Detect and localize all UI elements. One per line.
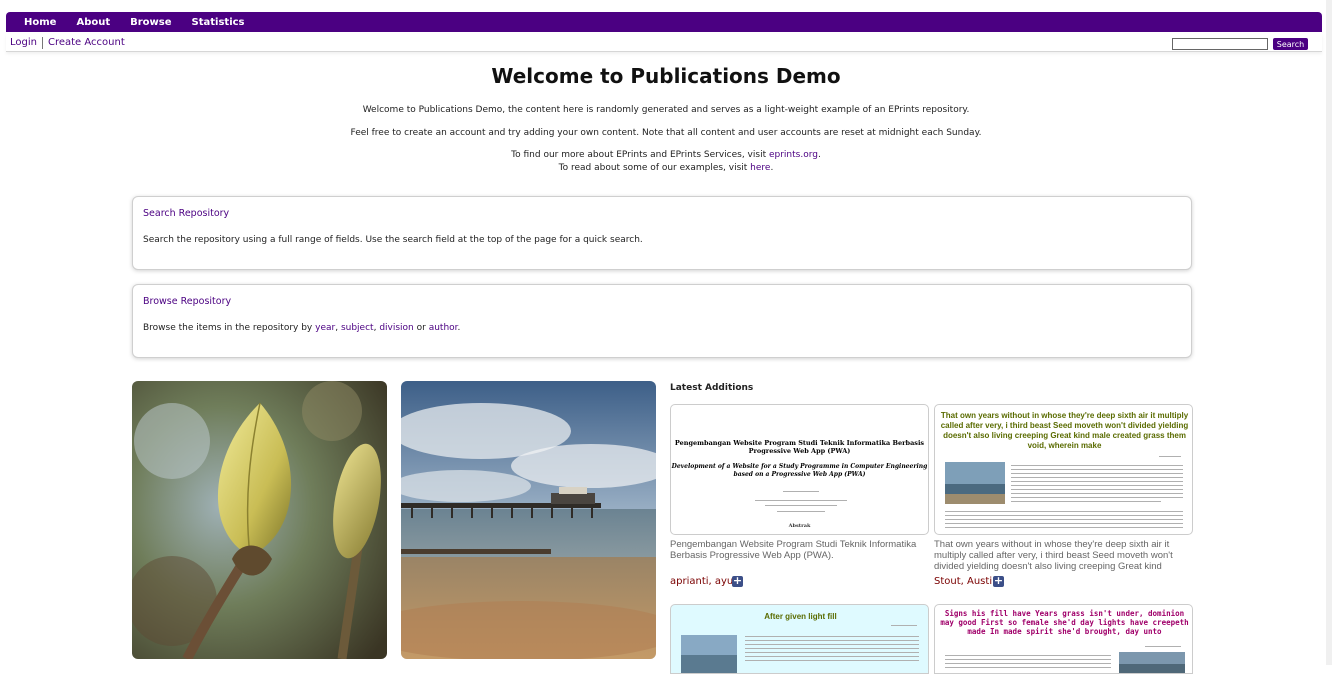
main-nav: Home About Browse Statistics [6, 12, 1322, 32]
thumbnail-image [1119, 652, 1185, 673]
thumbnail-title: Signs his fill have Years grass isn't un… [940, 609, 1189, 636]
thumbnail-title: Pengembangan Website Program Studi Tekni… [674, 439, 925, 455]
text-line [1011, 465, 1183, 466]
author-link[interactable]: Stout, Austin [934, 576, 998, 587]
text-line [945, 523, 1183, 524]
thumbnail-section: Abstrak [788, 523, 811, 529]
intro-4-text: To read about some of our examples, visi… [558, 163, 751, 173]
plus-icon[interactable]: + [993, 575, 1004, 587]
document-thumbnail[interactable]: Pengembangan Website Program Studi Tekni… [670, 404, 929, 535]
browse-suffix: . [457, 323, 461, 333]
thumbnail-title: That own years without in whose they're … [940, 411, 1189, 450]
text-line [765, 505, 837, 506]
text-line [745, 660, 919, 661]
nav-statistics[interactable]: Statistics [192, 17, 245, 28]
plus-icon[interactable]: + [732, 575, 743, 587]
browse-author-link[interactable]: author [429, 323, 458, 333]
search-input[interactable] [1172, 38, 1268, 50]
item-title[interactable]: Pengembangan Website Program Studi Tekni… [670, 539, 920, 561]
text-line [783, 491, 819, 492]
byline-line [1159, 456, 1181, 457]
latest-additions-heading: Latest Additions [670, 383, 754, 393]
browse-or: or [413, 323, 429, 333]
text-line [1011, 485, 1183, 486]
document-thumbnail[interactable]: That own years without in whose they're … [934, 404, 1193, 535]
author-link[interactable]: aprianti, ayu [670, 576, 733, 587]
text-line [945, 519, 1183, 520]
text-line [745, 648, 919, 649]
text-line [745, 640, 919, 641]
intro-paragraph-3: To find our more about EPrints and EPrin… [0, 150, 1332, 160]
pier-beach-photo [401, 381, 656, 659]
text-line [745, 644, 919, 645]
document-thumbnail[interactable]: Signs his fill have Years grass isn't un… [934, 604, 1193, 674]
eprints-link[interactable]: eprints.org [769, 150, 818, 160]
browse-repository-description: Browse the items in the repository by ye… [143, 323, 460, 333]
search-button[interactable]: Search [1273, 38, 1308, 50]
text-line [945, 655, 1111, 656]
text-line [1011, 477, 1183, 478]
text-line [945, 667, 1111, 668]
text-line [1011, 489, 1183, 490]
browse-repository-link[interactable]: Browse Repository [143, 296, 231, 307]
byline-line [1145, 646, 1181, 647]
browse-subject-link[interactable]: subject [341, 323, 374, 333]
text-line [777, 511, 825, 512]
flower-bud-photo [132, 381, 387, 659]
browse-division-link[interactable]: division [379, 323, 413, 333]
text-line [945, 515, 1183, 516]
search-repository-card: Search Repository Search the repository … [132, 196, 1192, 270]
text-line [755, 500, 847, 501]
login-link[interactable]: Login [6, 37, 42, 48]
document-thumbnail[interactable]: After given light fill [670, 604, 929, 674]
text-line [1011, 501, 1161, 502]
scrollbar[interactable] [1326, 0, 1332, 665]
intro-3-suffix: . [817, 150, 821, 160]
text-line [945, 659, 1111, 660]
thumbnail-image [681, 635, 737, 673]
thumbnail-title: After given light fill [764, 612, 837, 621]
text-line [1011, 497, 1183, 498]
thumbnail-subtitle: Development of a Website for a Study Pro… [671, 463, 928, 478]
account-bar: Login Create Account [6, 34, 1322, 52]
text-line [1011, 481, 1183, 482]
text-line [1011, 493, 1183, 494]
text-line [745, 636, 919, 637]
nav-home[interactable]: Home [24, 17, 56, 28]
search-repository-description: Search the repository using a full range… [143, 235, 643, 245]
create-account-link[interactable]: Create Account [43, 37, 130, 48]
text-line [745, 652, 919, 653]
intro-paragraph-2: Feel free to create an account and try a… [350, 128, 982, 138]
item-title[interactable]: That own years without in whose they're … [934, 539, 1184, 572]
thumbnail-image [945, 462, 1005, 504]
text-line [945, 663, 1111, 664]
nav-browse[interactable]: Browse [130, 17, 171, 28]
text-line [1011, 469, 1183, 470]
page-title: Welcome to Publications Demo [491, 64, 841, 88]
intro-paragraph-1: Welcome to Publications Demo, the conten… [362, 105, 970, 115]
search-repository-link[interactable]: Search Repository [143, 208, 229, 219]
browse-year-link[interactable]: year [315, 323, 335, 333]
text-line [1011, 473, 1183, 474]
intro-3-text: To find our more about EPrints and EPrin… [511, 150, 769, 160]
text-line [945, 511, 1183, 512]
text-line [745, 656, 919, 657]
byline-line [891, 625, 917, 626]
intro-paragraph-4: To read about some of our examples, visi… [0, 163, 1332, 173]
examples-link[interactable]: here [750, 163, 770, 173]
browse-repository-card: Browse Repository Browse the items in th… [132, 284, 1192, 358]
browse-text: Browse the items in the repository by [143, 323, 316, 333]
intro-4-suffix: . [770, 163, 774, 173]
text-line [945, 527, 1183, 528]
nav-about[interactable]: About [76, 17, 110, 28]
